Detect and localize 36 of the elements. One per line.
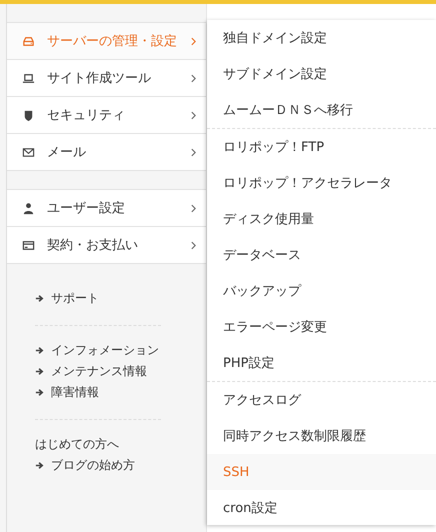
- submenu-item[interactable]: サブドメイン設定: [207, 56, 436, 92]
- drive-icon: [22, 34, 35, 48]
- chevron-icon: [191, 240, 196, 250]
- card-icon: [22, 238, 35, 252]
- sidebar-link[interactable]: インフォメーション: [29, 342, 206, 359]
- submenu-item[interactable]: cron設定: [207, 490, 436, 525]
- submenu-item[interactable]: PHP設定: [207, 345, 436, 381]
- arrow-icon: [35, 294, 44, 303]
- section-heading: はじめての方へ: [34, 436, 120, 453]
- person-icon: [22, 202, 35, 214]
- sidebar-link[interactable]: サポート: [29, 290, 206, 307]
- shield-icon: [22, 108, 35, 122]
- envelope-icon: [22, 146, 35, 158]
- submenu-item[interactable]: ディスク使用量: [207, 201, 436, 237]
- sidebar-link[interactable]: ブログの始め方: [29, 457, 206, 474]
- chevron-icon: [191, 148, 196, 156]
- chevron-icon: [191, 36, 196, 46]
- submenu-item[interactable]: アクセスログ: [207, 382, 436, 418]
- chevron-icon: [191, 110, 196, 120]
- arrow-icon: [35, 388, 44, 397]
- submenu-item[interactable]: バックアップ: [207, 273, 436, 309]
- submenu-item[interactable]: 同時アクセス数制限履歴: [207, 418, 436, 454]
- arrow-icon: [35, 346, 44, 355]
- submenu-item[interactable]: ロリポップ！アクセラレータ: [207, 165, 436, 201]
- chevron-icon: [191, 204, 196, 212]
- arrow-icon: [35, 367, 44, 376]
- submenu-item[interactable]: データベース: [207, 237, 436, 273]
- submenu-item[interactable]: ムームーＤＮＳへ移行: [207, 92, 436, 128]
- chevron-icon: [191, 74, 196, 82]
- arrow-icon: [35, 461, 44, 470]
- submenu-item[interactable]: 独自ドメイン設定: [207, 20, 436, 56]
- submenu-item[interactable]: エラーページ変更: [207, 309, 436, 345]
- sidebar-link[interactable]: 障害情報: [29, 384, 206, 401]
- submenu-item[interactable]: ロリポップ！FTP: [207, 129, 436, 165]
- sidebar-link[interactable]: メンテナンス情報: [29, 363, 206, 380]
- laptop-icon: [22, 72, 35, 84]
